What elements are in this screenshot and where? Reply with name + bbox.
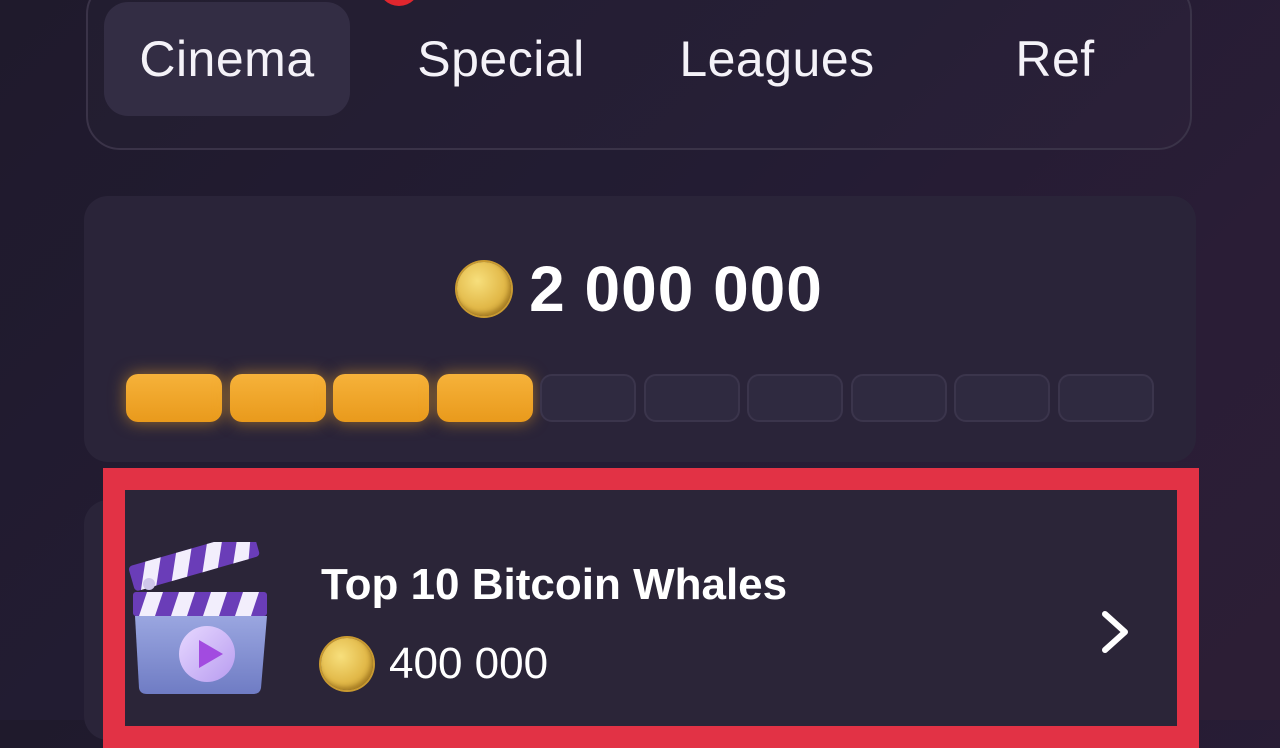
task-reward: 400 000 [321,638,548,690]
tab-bar: Cinema Special Leagues Ref [86,0,1192,150]
reward-value: 2 000 000 [529,253,823,325]
tab-label: Leagues [679,31,875,87]
progress-segment-empty [747,374,843,422]
tab-label: Cinema [139,31,315,87]
coin-icon [457,262,512,316]
task-item[interactable]: Top 10 Bitcoin Whales 400 000 [103,468,1199,748]
progress-segment-filled [229,374,326,422]
progress-segment-filled [126,374,222,422]
chevron-right-icon[interactable] [1095,608,1135,656]
tab-leagues[interactable]: Leagues [654,2,900,116]
task-title: Top 10 Bitcoin Whales [321,560,788,609]
progress-segment-empty [954,374,1050,422]
tab-special[interactable]: Special [378,2,624,116]
progress-segment-empty [540,374,636,422]
progress-segment-empty [1057,374,1154,422]
tab-label: Special [417,31,585,87]
progress-segment-empty [643,374,740,422]
progress-segment-filled [333,374,429,422]
coin-icon [321,638,373,690]
tab-cinema[interactable]: Cinema [104,2,350,116]
reward-progress [126,374,1154,422]
progress-segment-filled [436,374,533,422]
tab-ref[interactable]: Ref [932,2,1178,116]
tab-label: Ref [1015,31,1095,87]
progress-segment-empty [850,374,947,422]
reward-card: 2 000 000 [84,196,1196,462]
task-reward-value: 400 000 [389,639,549,688]
clapperboard-icon [128,542,267,694]
reward-total: 2 000 000 [84,253,1196,325]
